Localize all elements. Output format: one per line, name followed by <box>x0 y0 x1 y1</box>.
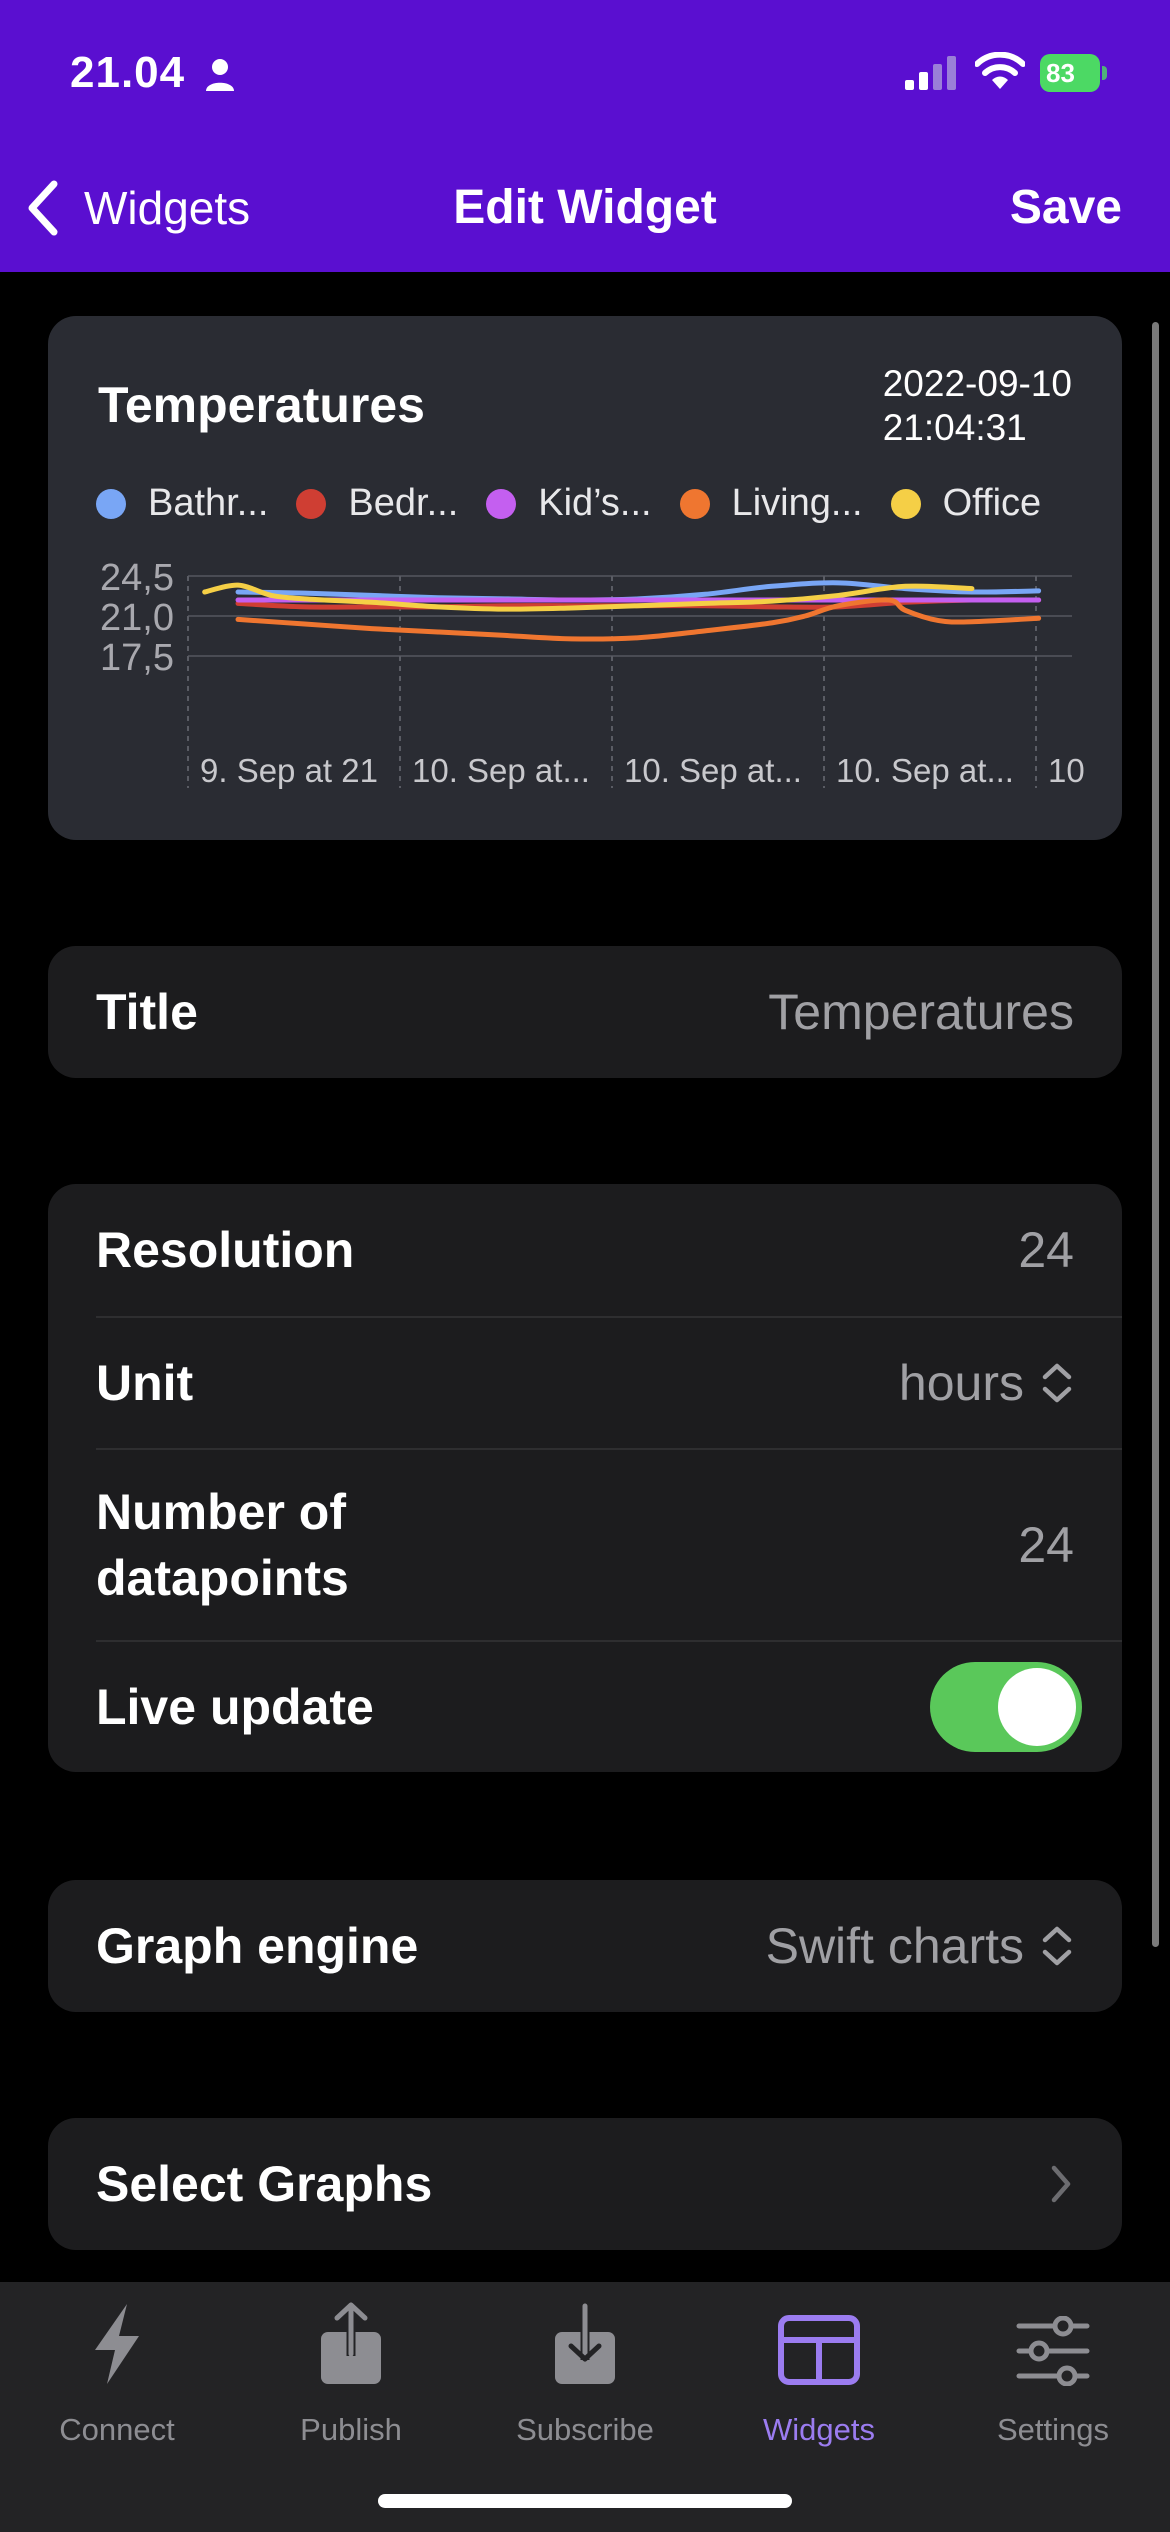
graph-engine-row[interactable]: Graph engine Swift charts <box>48 1880 1122 2012</box>
timestamp-time: 21:04:31 <box>882 407 1027 448</box>
legend-item: Bedr... <box>296 482 458 525</box>
x-tick-label: 9. Sep at 21 <box>200 752 378 789</box>
resolution-row[interactable]: Resolution 24 <box>48 1184 1122 1316</box>
legend-item: Living... <box>679 482 863 525</box>
tab-publish[interactable]: Publish <box>234 2290 468 2448</box>
unit-value: hours <box>898 1355 1024 1411</box>
bolt-icon <box>95 2304 139 2384</box>
y-tick-label: 21,0 <box>100 597 174 639</box>
unit-picker[interactable]: hours <box>899 1354 1074 1412</box>
timestamp-date: 2022-09-10 <box>882 363 1072 404</box>
sliders-icon <box>1016 2316 1090 2386</box>
live-update-label: Live update <box>96 1679 374 1735</box>
y-tick-label: 24,5 <box>100 557 174 599</box>
x-tick-label: 10. Sep at... <box>624 752 802 789</box>
legend-dot <box>890 488 921 519</box>
title-card: Title Temperatures <box>48 946 1122 1078</box>
legend-item: Bathr... <box>96 482 268 525</box>
home-indicator <box>378 2494 792 2508</box>
select-graphs-card: Select Graphs <box>48 2118 1122 2250</box>
chart-legend: Bathr... Bedr... Kid’s... Living... Offi… <box>96 482 1069 525</box>
unit-label: Unit <box>96 1355 194 1411</box>
widget-preview-timestamp: 2022-09-10 21:04:31 <box>883 362 1072 450</box>
datapoints-label: Number of datapoints <box>96 1484 349 1606</box>
toggle-knob <box>998 1668 1076 1746</box>
graph-engine-value: Swift charts <box>765 1918 1024 1974</box>
graph-engine-label: Graph engine <box>96 1918 419 1974</box>
graph-engine-card: Graph engine Swift charts <box>48 1880 1122 2012</box>
save-button[interactable]: Save <box>1010 180 1122 235</box>
live-update-toggle[interactable] <box>930 1662 1082 1752</box>
tab-widgets[interactable]: Widgets <box>702 2290 936 2448</box>
title-row[interactable]: Title Temperatures <box>48 946 1122 1078</box>
live-update-row: Live update <box>48 1642 1122 1772</box>
select-graphs-row[interactable]: Select Graphs <box>48 2118 1122 2250</box>
legend-dot <box>679 488 710 519</box>
title-value[interactable]: Temperatures <box>768 983 1074 1041</box>
chevron-up-down-icon <box>1042 1926 1072 1966</box>
tab-settings[interactable]: Settings <box>936 2290 1170 2448</box>
legend-item: Kid’s... <box>486 482 652 525</box>
download-icon <box>555 2303 615 2384</box>
legend-dot <box>486 488 517 519</box>
settings-card: Resolution 24 Unit hours Number of datap… <box>48 1184 1122 1772</box>
x-tick-label: 10 <box>1048 752 1085 789</box>
datapoints-row[interactable]: Number of datapoints 24 <box>48 1450 1122 1640</box>
cellular-signal-icon <box>905 56 956 90</box>
chevron-up-down-icon <box>1042 1363 1072 1403</box>
page-title: Edit Widget <box>453 181 717 234</box>
x-tick-label: 10. Sep at... <box>836 752 1014 789</box>
chevron-right-icon <box>1051 2165 1071 2203</box>
legend-dot <box>96 488 126 519</box>
datapoints-value[interactable]: 24 <box>1018 1516 1074 1574</box>
widget-preview-title: Temperatures <box>98 377 425 433</box>
resolution-label: Resolution <box>96 1222 355 1278</box>
legend-dot <box>296 488 327 519</box>
select-graphs-label: Select Graphs <box>96 2156 433 2212</box>
tab-connect[interactable]: Connect <box>0 2290 234 2448</box>
graph-engine-picker[interactable]: Swift charts <box>766 1917 1074 1975</box>
widgets-icon <box>778 2315 860 2385</box>
y-tick-label: 17,5 <box>100 637 174 679</box>
scrollbar[interactable] <box>1152 322 1159 1947</box>
resolution-value[interactable]: 24 <box>1018 1221 1074 1279</box>
unit-row[interactable]: Unit hours <box>48 1318 1122 1448</box>
tab-subscribe[interactable]: Subscribe <box>468 2290 702 2448</box>
battery-icon: 83 <box>1040 54 1108 92</box>
status-time: 21.04 <box>70 48 186 97</box>
temperature-line-chart: 24,521,017,5 9. Sep at 21 10. Sep at... 10.… <box>100 557 1085 789</box>
x-tick-label: 10. Sep at... <box>412 752 590 789</box>
title-label: Title <box>96 984 198 1040</box>
person-icon <box>206 59 234 91</box>
wifi-icon <box>975 52 1025 89</box>
upload-icon <box>321 2302 381 2384</box>
battery-level: 83 <box>1040 54 1100 92</box>
legend-item: Office <box>890 482 1041 525</box>
